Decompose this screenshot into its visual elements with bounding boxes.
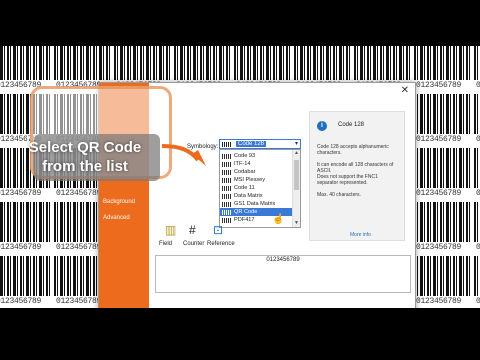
background-barcode: 0123456789 — [414, 148, 472, 206]
barcode-bars — [0, 256, 52, 296]
callout-label: Select QR Code from the list — [20, 138, 150, 176]
dropdown-option[interactable]: Codabar — [220, 168, 293, 176]
barcode-number: 0123456789 — [476, 297, 480, 306]
barcode-number: 0123456789 — [0, 189, 42, 198]
barcode-bars — [414, 148, 472, 188]
barcode-icon — [222, 162, 231, 167]
barcode-bars — [474, 94, 480, 134]
dropdown-option[interactable]: ITF-14 — [220, 160, 293, 168]
counter-icon: # — [189, 223, 196, 237]
barcode-icon — [222, 186, 231, 191]
barcode-number: 0123456789 — [476, 135, 480, 144]
counter-button[interactable]: # Counter — [183, 223, 207, 253]
barcode-bars — [114, 46, 172, 80]
sidebar-item-background[interactable]: Background — [103, 199, 135, 205]
barcode-bars — [174, 46, 232, 80]
barcode-bars — [0, 202, 52, 242]
barcode-bars — [54, 46, 112, 80]
barcode-icon — [222, 170, 231, 175]
background-barcode: 0123456789 — [474, 94, 480, 152]
barcode-icon — [222, 178, 231, 183]
barcode-bars — [414, 46, 472, 80]
barcode-number: 0123456789 — [0, 297, 42, 306]
field-button[interactable]: ▥ Field — [159, 223, 183, 253]
background-barcode: 0123456789 — [474, 202, 480, 260]
info-line: separator represented. — [317, 180, 368, 186]
reference-icon: ⊡ — [213, 223, 224, 237]
barcode-bars — [294, 46, 352, 80]
info-line: characters. — [317, 150, 342, 156]
callout-line-2: from the list — [42, 158, 128, 175]
background-barcode: 0123456789 — [414, 94, 472, 152]
barcode-value: 0123456789 — [266, 257, 300, 263]
barcode-number: 0123456789 — [56, 189, 102, 198]
field-icon: ▥ — [165, 223, 177, 237]
barcode-icon — [222, 142, 232, 147]
dropdown-option[interactable]: Data Matrix — [220, 192, 293, 200]
dropdown-option[interactable]: Code 11 — [220, 184, 293, 192]
scrollbar-thumb[interactable] — [294, 160, 299, 190]
screen: 0123456789 0123456789 0123456789 0123456789… — [0, 46, 480, 308]
barcode-bars — [414, 94, 472, 134]
barcode-number: 0123456789 — [416, 243, 462, 252]
barcode-bars — [414, 202, 472, 242]
barcode-number: 0123456789 — [416, 81, 462, 90]
barcode-number: 0123456789 — [476, 81, 480, 90]
datamatrix-icon — [222, 194, 231, 199]
barcode-value-input[interactable]: 0123456789 — [155, 255, 411, 293]
background-barcode: 0123456789 — [474, 46, 480, 98]
chevron-down-icon: ▾ — [294, 141, 298, 147]
barcode-bars — [474, 256, 480, 296]
arrow-icon — [161, 144, 206, 166]
scroll-up-icon[interactable]: ▲ — [294, 150, 299, 156]
close-icon[interactable]: ✕ — [401, 85, 409, 96]
sidebar-item-advanced[interactable]: Advanced — [103, 215, 130, 221]
background-barcode: 0123456789 — [414, 46, 472, 98]
barcode-number: 0123456789 — [56, 297, 102, 306]
more-info-link[interactable]: More info — [350, 232, 371, 238]
dropdown-option[interactable]: GS1 Data Matrix — [220, 200, 293, 208]
barcode-bars — [414, 256, 472, 296]
barcode-number: 0123456789 — [416, 297, 462, 306]
datamatrix-icon — [222, 202, 231, 207]
symbology-dropdown-list[interactable]: Code 93 ITF-14 Codabar MSI Plessey Code … — [219, 149, 301, 228]
reference-button[interactable]: ⊡ Reference — [207, 223, 235, 253]
symbology-info-panel: i Code 128 Code 128 accepts alphanumeric… — [309, 111, 405, 241]
barcode-number: 0123456789 — [476, 243, 480, 252]
barcode-number: 0123456789 — [416, 189, 462, 198]
dropdown-scrollbar[interactable]: ▲ ▼ — [292, 150, 300, 227]
dropdown-option[interactable]: Code 93 — [220, 152, 293, 160]
barcode-number: 0123456789 — [0, 243, 42, 252]
barcode-number: 0123456789 — [476, 189, 480, 198]
barcode-bars — [474, 46, 480, 80]
symbology-selected-value: Code 128 — [236, 141, 267, 147]
background-barcode: 0123456789 — [474, 256, 480, 308]
barcode-bars — [234, 46, 292, 80]
mouse-cursor-icon: ☝ — [272, 214, 285, 225]
background-barcode: 0123456789 — [474, 148, 480, 206]
dropdown-option[interactable]: MSI Plessey — [220, 176, 293, 184]
barcode-bars — [354, 46, 412, 80]
barcode-bars — [0, 46, 52, 80]
qr-code-icon — [222, 210, 231, 215]
scroll-down-icon[interactable]: ▼ — [294, 220, 299, 226]
background-barcode: 0123456789 — [414, 256, 472, 308]
info-title: Code 128 — [338, 122, 365, 128]
barcode-bars — [474, 148, 480, 188]
callout-line-1: Select QR Code — [28, 139, 142, 156]
background-barcode: 0123456789 — [0, 256, 52, 308]
symbology-select[interactable]: Code 128 ▾ — [219, 139, 301, 149]
barcode-number: 0123456789 — [56, 243, 102, 252]
info-line: Max. 40 characters. — [317, 192, 361, 198]
background-barcode: 0123456789 — [0, 202, 52, 260]
info-icon: i — [317, 121, 327, 131]
barcode-bars — [474, 202, 480, 242]
background-barcode: 0123456789 — [414, 202, 472, 260]
barcode-number: 0123456789 — [416, 135, 462, 144]
barcode-icon — [222, 154, 231, 159]
